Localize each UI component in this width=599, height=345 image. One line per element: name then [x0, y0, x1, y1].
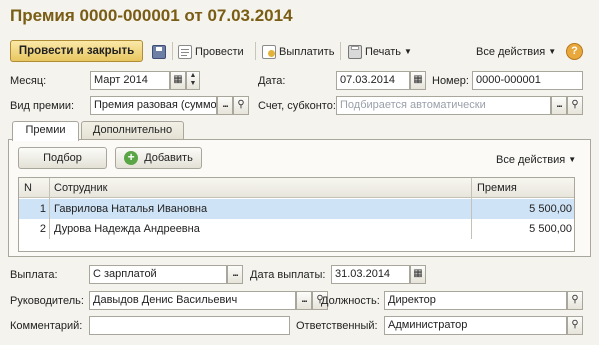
column-header-n[interactable]: N: [24, 178, 44, 198]
table-row[interactable]: 2 Дурова Надежда Андреевна 5 500,00: [19, 219, 574, 239]
document-title: Премия 0000-000001 от 07.03.2014: [10, 6, 293, 25]
toolbar-separator: [172, 42, 173, 60]
select-button[interactable]: ...: [217, 96, 233, 115]
save-button[interactable]: [152, 43, 166, 61]
bonus-type-field[interactable]: Премия разовая (суммо: [90, 96, 217, 115]
pay-button[interactable]: Выплатить: [262, 43, 334, 61]
panel-all-actions-label: Все действия: [496, 154, 566, 166]
search-icon[interactable]: ⚲: [567, 316, 583, 335]
all-actions-label: Все действия: [476, 46, 546, 58]
select-button[interactable]: ...: [551, 96, 567, 115]
tab-additional[interactable]: Дополнительно: [81, 121, 184, 140]
responsible-field[interactable]: Администратор: [384, 316, 567, 335]
position-label: Должность:: [321, 295, 380, 307]
date-field[interactable]: 07.03.2014: [336, 71, 410, 90]
payout-field[interactable]: С зарплатой: [89, 265, 227, 284]
all-actions-menu[interactable]: Все действия ▼: [476, 43, 556, 61]
row-number: 2: [39, 223, 46, 235]
position-field[interactable]: Директор: [384, 291, 567, 310]
select-button[interactable]: ...: [296, 291, 312, 310]
pay-button-label: Выплатить: [279, 46, 335, 58]
select-items-button[interactable]: Подбор: [18, 147, 107, 169]
calendar-icon[interactable]: ▦: [410, 71, 426, 90]
calendar-icon[interactable]: ▦: [170, 71, 186, 90]
account-field[interactable]: Подбирается автоматически: [336, 96, 551, 115]
search-icon[interactable]: ⚲: [233, 96, 249, 115]
plus-icon: +: [124, 151, 139, 165]
post-button-label: Провести: [195, 46, 244, 58]
toolbar-separator: [340, 42, 341, 60]
save-icon: [152, 45, 166, 59]
payout-label: Выплата:: [10, 269, 58, 281]
help-icon[interactable]: ?: [566, 43, 583, 60]
number-field[interactable]: 0000-000001: [472, 71, 583, 90]
payout-date-field[interactable]: 31.03.2014: [331, 265, 410, 284]
column-divider: [471, 178, 472, 239]
column-header-employee[interactable]: Сотрудник: [54, 178, 354, 198]
column-header-amount[interactable]: Премия: [477, 178, 572, 198]
manager-field[interactable]: Давыдов Денис Васильевич: [89, 291, 296, 310]
row-employee: Дурова Надежда Андреевна: [54, 223, 200, 235]
date-label: Дата:: [258, 75, 286, 87]
table-row[interactable]: 1 Гаврилова Наталья Ивановна 5 500,00: [19, 199, 574, 219]
bonus-type-label: Вид премии:: [10, 100, 75, 112]
manager-label: Руководитель:: [10, 295, 84, 307]
comment-field[interactable]: [89, 316, 290, 335]
post-button[interactable]: Провести: [178, 43, 244, 61]
toolbar-separator: [255, 42, 256, 60]
row-employee: Гаврилова Наталья Ивановна: [54, 203, 208, 215]
bonus-table[interactable]: N Сотрудник Премия 1 Гаврилова Наталья И…: [18, 177, 575, 252]
print-menu[interactable]: Печать ▼: [348, 43, 412, 61]
post-and-close-button[interactable]: Провести и закрыть: [10, 40, 143, 62]
column-divider: [49, 178, 50, 239]
month-field[interactable]: Март 2014: [90, 71, 170, 90]
post-icon: [178, 45, 192, 59]
responsible-label: Ответственный:: [296, 320, 378, 332]
select-button[interactable]: ...: [227, 265, 243, 284]
panel-all-actions-menu[interactable]: Все действия ▼: [496, 151, 576, 169]
printer-icon: [348, 45, 362, 59]
tab-bonuses[interactable]: Премии: [12, 121, 79, 141]
row-amount: 5 500,00: [529, 223, 572, 235]
account-label: Счет, субконто:: [258, 100, 336, 112]
search-icon[interactable]: ⚲: [567, 291, 583, 310]
table-header: N Сотрудник Премия: [19, 178, 574, 198]
month-stepper[interactable]: ▲ ▼: [186, 71, 200, 90]
add-button[interactable]: + Добавить: [115, 147, 202, 169]
calendar-icon[interactable]: ▦: [410, 265, 426, 284]
row-amount: 5 500,00: [529, 203, 572, 215]
chevron-down-icon: ▼: [548, 47, 557, 56]
payout-date-label: Дата выплаты:: [250, 269, 326, 281]
search-icon[interactable]: ⚲: [567, 96, 583, 115]
chevron-down-icon: ▼: [568, 155, 577, 164]
row-number: 1: [39, 203, 46, 215]
month-label: Месяц:: [10, 75, 47, 87]
number-label: Номер:: [432, 75, 469, 87]
comment-label: Комментарий:: [10, 320, 83, 332]
pay-icon: [262, 45, 276, 59]
chevron-down-icon: ▼: [404, 47, 412, 56]
add-button-label: Добавить: [144, 152, 193, 164]
print-menu-label: Печать: [365, 46, 402, 58]
